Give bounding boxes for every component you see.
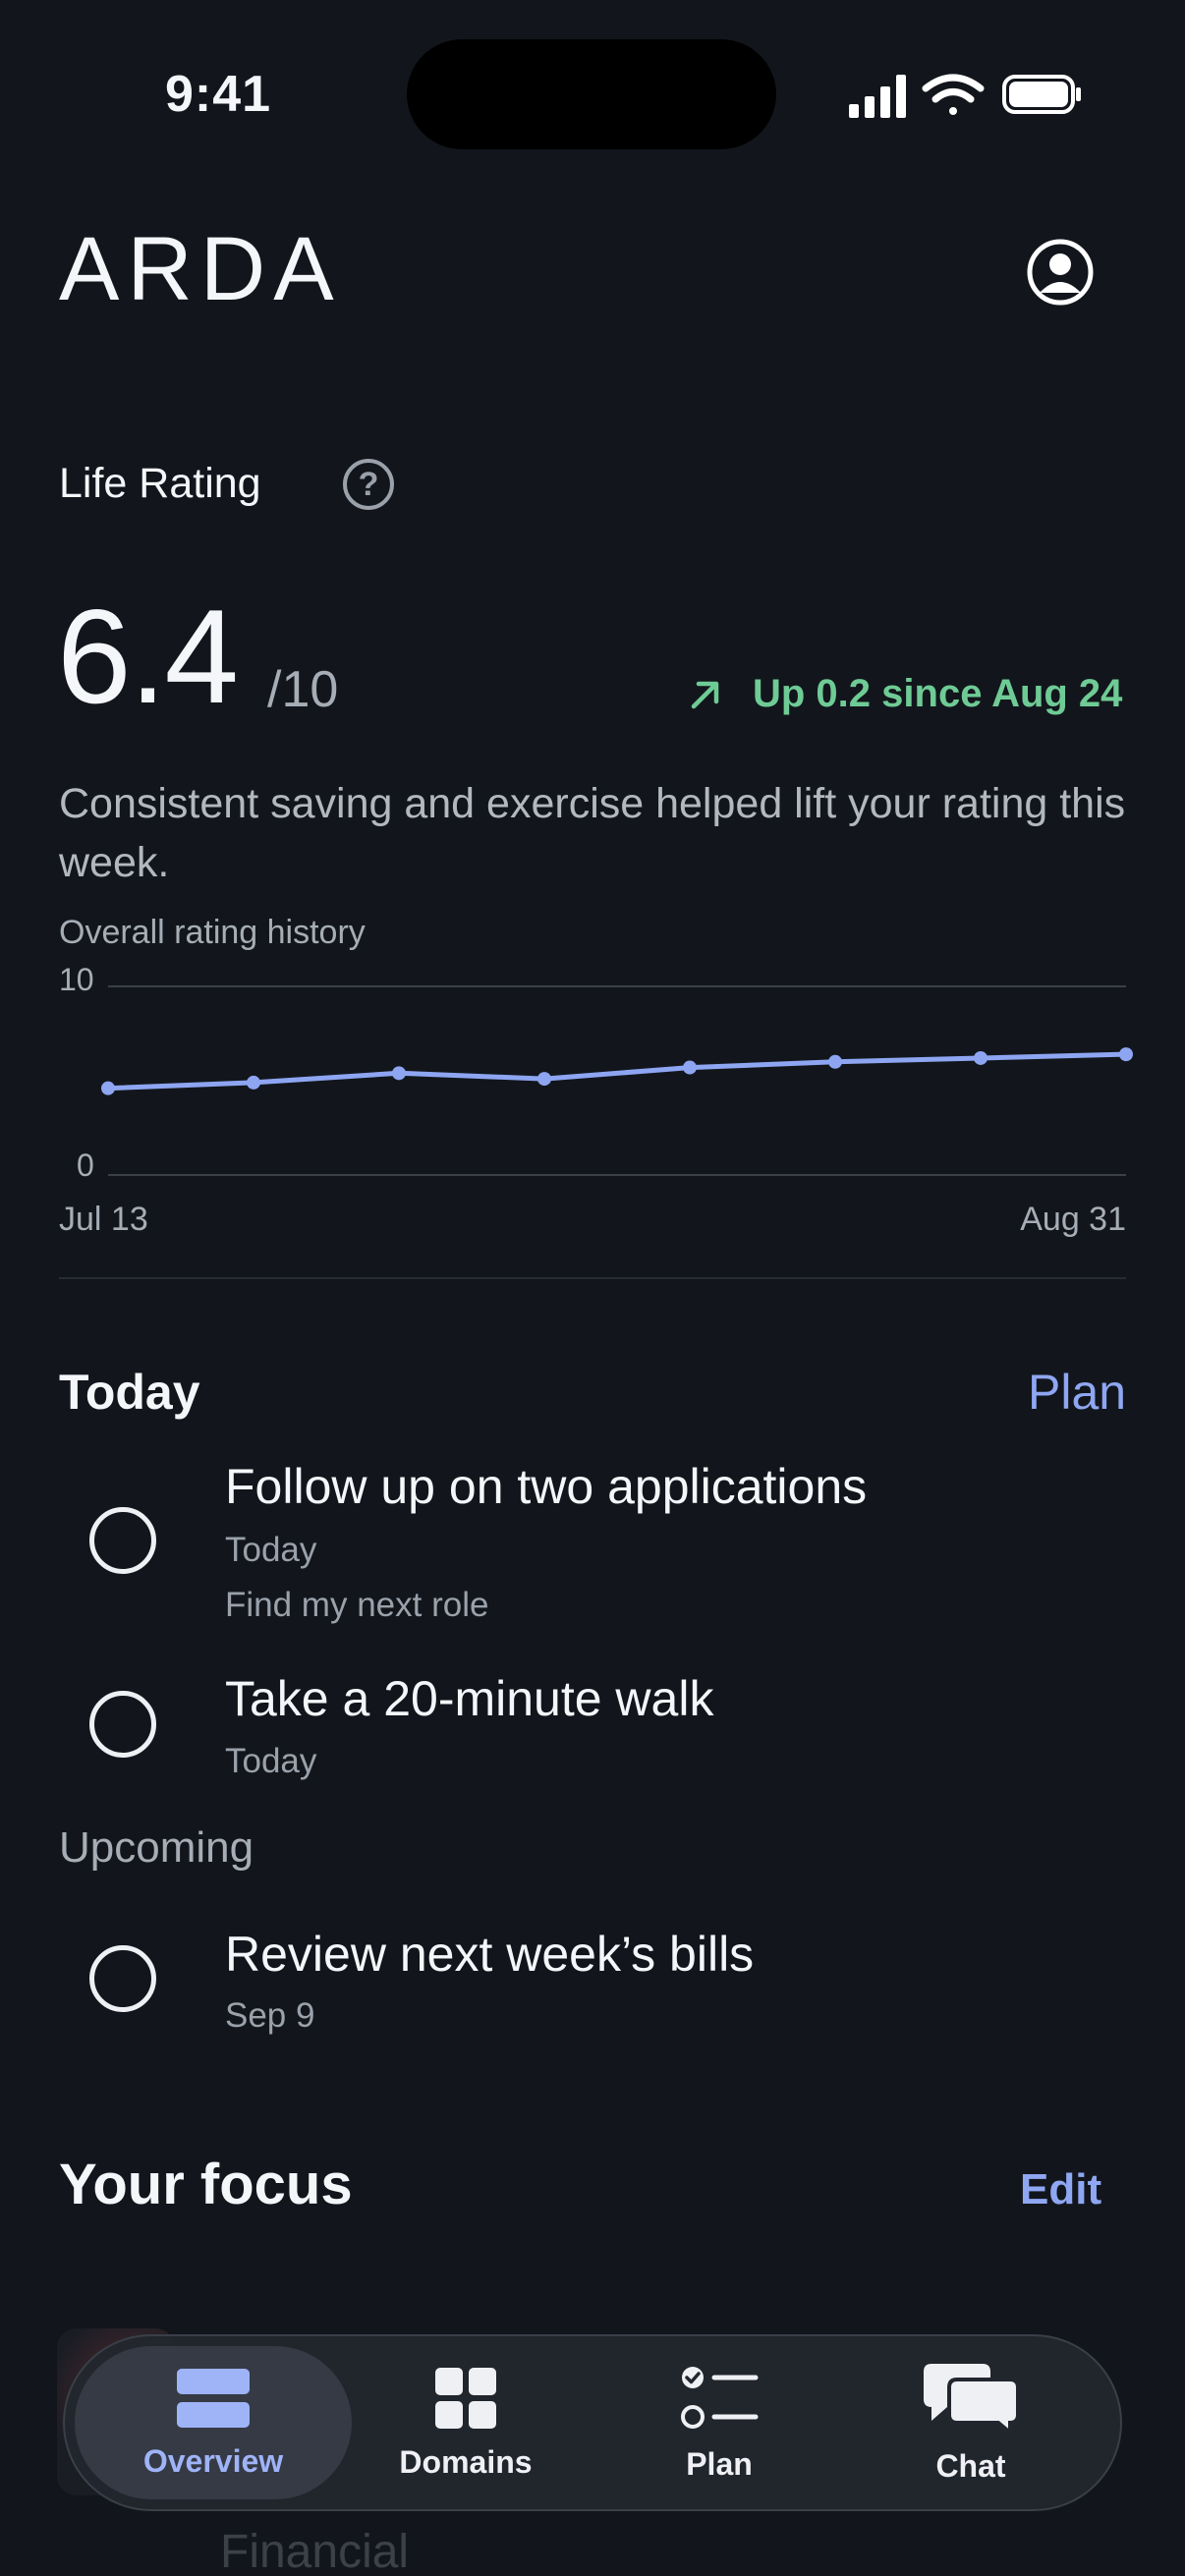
task-due: Today bbox=[225, 1742, 317, 1780]
status-time: 9:41 bbox=[165, 66, 272, 123]
x-label-start: Jul 13 bbox=[59, 1201, 148, 1238]
rating-point bbox=[392, 1066, 406, 1081]
task-due: Sep 9 bbox=[225, 1996, 315, 2035]
tab-overview[interactable]: Overview bbox=[75, 2346, 352, 2499]
grid-icon bbox=[435, 2367, 496, 2429]
profile-icon[interactable] bbox=[1026, 238, 1095, 307]
tab-domains[interactable]: Domains bbox=[387, 2346, 544, 2499]
rating-point bbox=[828, 1054, 842, 1069]
battery-icon bbox=[1002, 75, 1081, 114]
rating-series bbox=[101, 1047, 1133, 1095]
tab-label: Domains bbox=[399, 2443, 533, 2480]
task-goal: Find my next role bbox=[225, 1586, 489, 1624]
life-rating-score: 6.4 bbox=[57, 582, 239, 731]
edit-focus-link[interactable]: Edit bbox=[1020, 2165, 1101, 2214]
life-rating-label: Life Rating bbox=[59, 460, 261, 507]
tab-label: Overview bbox=[142, 2442, 284, 2479]
task-due: Today bbox=[225, 1531, 317, 1569]
tab-chat[interactable]: Chat bbox=[892, 2346, 1049, 2499]
arrow-up-right-icon bbox=[691, 681, 719, 708]
tab-label: Plan bbox=[686, 2445, 753, 2482]
overview-icon bbox=[177, 2368, 250, 2428]
rating-trend-text: Up 0.2 since Aug 24 bbox=[753, 672, 1123, 715]
plan-link[interactable]: Plan bbox=[1028, 1364, 1126, 1421]
cellular-signal-icon bbox=[849, 75, 906, 118]
task-title[interactable]: Take a 20-minute walk bbox=[225, 1670, 713, 1727]
dynamic-island bbox=[407, 39, 776, 149]
section-divider bbox=[59, 1277, 1126, 1279]
help-icon[interactable]: ? bbox=[343, 459, 394, 510]
task-title[interactable]: Review next week’s bills bbox=[225, 1926, 754, 1983]
focus-title: Your focus bbox=[59, 2153, 353, 2216]
chart-title: Overall rating history bbox=[59, 914, 366, 951]
wifi-icon bbox=[922, 74, 985, 115]
rating-summary: Consistent saving and exercise helped li… bbox=[59, 780, 1126, 886]
rating-point bbox=[1119, 1047, 1133, 1062]
rating-point bbox=[101, 1081, 115, 1095]
tab-label: Chat bbox=[935, 2447, 1006, 2484]
checklist-icon bbox=[681, 2366, 759, 2429]
life-rating-max: /10 bbox=[267, 661, 339, 718]
rating-point bbox=[974, 1050, 988, 1065]
focus-item-financial[interactable]: Financial bbox=[220, 2525, 409, 2576]
rating-point bbox=[537, 1072, 551, 1087]
today-title: Today bbox=[59, 1365, 200, 1420]
y-tick-min: 0 bbox=[77, 1148, 94, 1183]
upcoming-title: Upcoming bbox=[59, 1823, 254, 1872]
task-checkbox[interactable] bbox=[89, 1691, 156, 1758]
rating-point bbox=[683, 1060, 697, 1075]
rating-history-chart: Overall rating history 10 0 Jul 13 Aug 3… bbox=[59, 914, 1133, 1238]
rating-point bbox=[247, 1075, 260, 1090]
rating-line bbox=[107, 1051, 1127, 1092]
task-title[interactable]: Follow up on two applications bbox=[225, 1458, 867, 1515]
y-tick-max: 10 bbox=[59, 962, 94, 997]
chat-bubbles-icon bbox=[924, 2363, 1020, 2435]
task-checkbox[interactable] bbox=[89, 1507, 156, 1574]
status-icons bbox=[849, 74, 1081, 118]
app-logo: ARDA bbox=[59, 219, 342, 319]
task-checkbox[interactable] bbox=[89, 1945, 156, 2012]
x-label-end: Aug 31 bbox=[1020, 1201, 1126, 1238]
rating-trend: Up 0.2 since Aug 24 bbox=[688, 672, 1122, 716]
tab-plan[interactable]: Plan bbox=[641, 2346, 798, 2499]
